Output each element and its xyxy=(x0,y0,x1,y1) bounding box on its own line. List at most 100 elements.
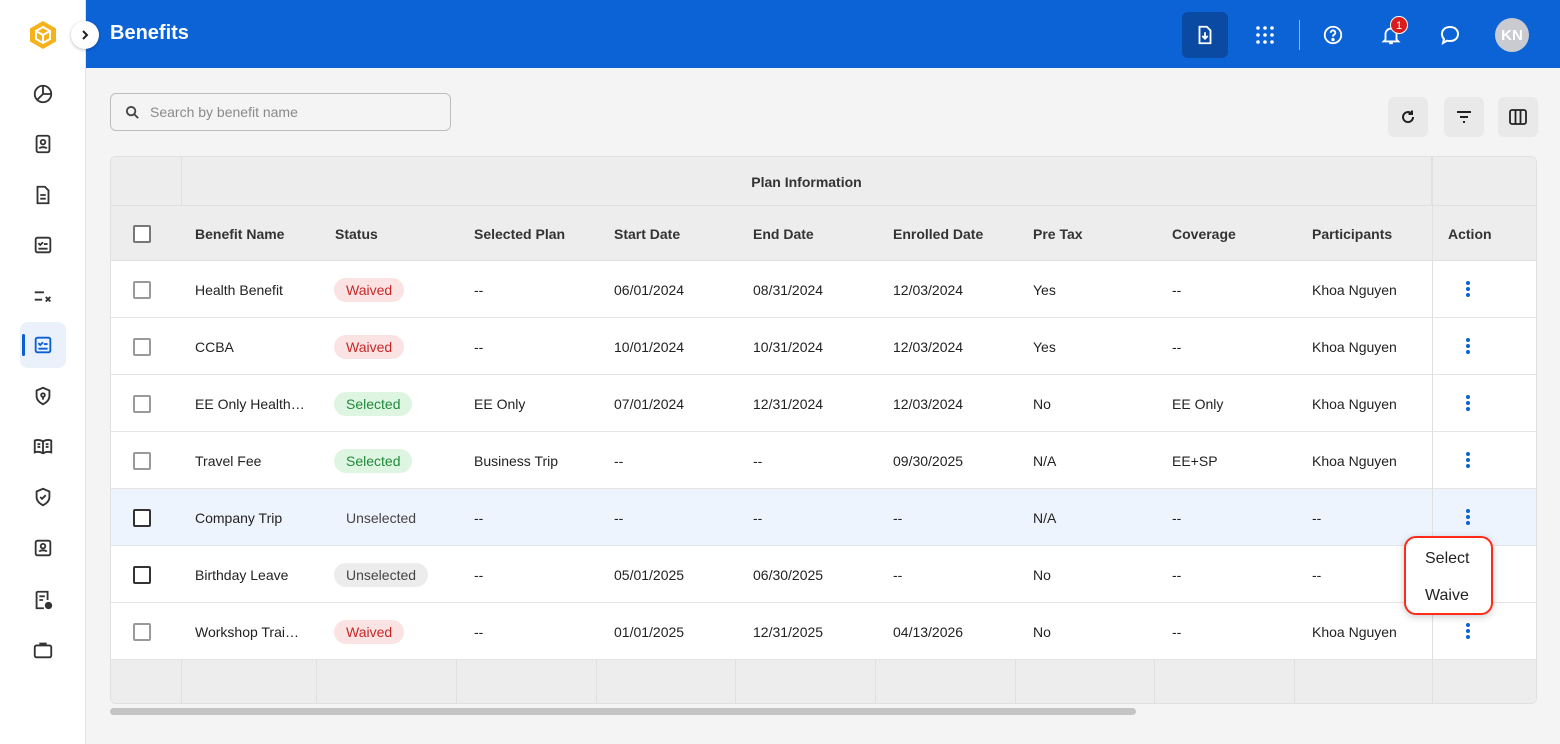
col-selected-plan[interactable]: Selected Plan xyxy=(474,206,565,261)
row-checkbox[interactable] xyxy=(133,337,151,356)
enrolled-date-cell: 04/13/2026 xyxy=(893,623,964,640)
participants-cell: Khoa Nguyen xyxy=(1312,338,1397,355)
row-actions-kebab-icon[interactable] xyxy=(1463,619,1473,643)
nav-documents[interactable] xyxy=(20,172,66,218)
table-row: CCBA Waived -- 10/01/2024 10/31/2024 12/… xyxy=(111,318,1536,375)
nav-compliance[interactable] xyxy=(20,474,66,520)
end-date-cell: 12/31/2024 xyxy=(753,395,824,412)
row-checkbox[interactable] xyxy=(133,508,151,527)
row-checkbox-cell xyxy=(133,261,151,318)
pre-tax-cell: Yes xyxy=(1033,281,1056,298)
row-actions-kebab-icon[interactable] xyxy=(1463,277,1473,301)
col-status[interactable]: Status xyxy=(335,206,378,261)
table-row: Company Trip Unselected -- -- -- -- N/A … xyxy=(111,489,1536,546)
start-date-cell: -- xyxy=(614,509,624,526)
table-row: Health Benefit Waived -- 06/01/2024 08/3… xyxy=(111,261,1536,318)
task-list-icon xyxy=(34,236,52,254)
row-checkbox-cell xyxy=(133,546,151,603)
col-pre-tax[interactable]: Pre Tax xyxy=(1033,206,1083,261)
row-action-menu: Select Waive xyxy=(1404,536,1493,615)
shield-lock-icon xyxy=(35,386,51,406)
col-start-date[interactable]: Start Date xyxy=(614,206,680,261)
col-coverage[interactable]: Coverage xyxy=(1172,206,1236,261)
help-circle-icon xyxy=(1323,25,1343,45)
grid-apps-icon xyxy=(1256,26,1274,44)
participants-cell: Khoa Nguyen xyxy=(1312,395,1397,412)
status-badge: Waived xyxy=(334,619,405,644)
briefcase-icon xyxy=(33,642,53,659)
nav-directory[interactable] xyxy=(20,525,66,571)
refresh-button[interactable] xyxy=(1388,97,1428,137)
search-box xyxy=(110,93,451,131)
row-actions-kebab-icon[interactable] xyxy=(1463,334,1473,358)
search-icon xyxy=(125,105,139,119)
nav-checklist[interactable] xyxy=(20,273,66,319)
pre-tax-cell: No xyxy=(1033,566,1051,583)
participants-cell: Khoa Nguyen xyxy=(1312,623,1397,640)
pre-tax-cell: N/A xyxy=(1033,452,1057,469)
benefit-name-cell: Birthday Leave xyxy=(195,566,289,583)
coverage-cell: -- xyxy=(1172,509,1182,526)
status-badge: Selected xyxy=(334,448,413,473)
search-input[interactable] xyxy=(150,104,430,120)
row-actions-kebab-icon[interactable] xyxy=(1463,505,1473,529)
nav-security[interactable] xyxy=(20,373,66,419)
nav-benefits[interactable] xyxy=(20,322,66,368)
user-avatar[interactable]: KN xyxy=(1495,18,1529,52)
benefit-name-cell: Workshop Trai… xyxy=(195,623,299,640)
group-header-row: Plan Information xyxy=(111,157,1536,206)
benefit-name-cell: EE Only Health… xyxy=(195,395,305,412)
left-nav-rail xyxy=(0,0,86,744)
col-enrolled-date[interactable]: Enrolled Date xyxy=(893,206,983,261)
row-checkbox[interactable] xyxy=(133,622,151,641)
help-button[interactable] xyxy=(1310,12,1356,58)
row-actions-kebab-icon[interactable] xyxy=(1463,391,1473,415)
status-cell: Waived xyxy=(334,261,405,318)
select-all-checkbox[interactable] xyxy=(133,224,151,243)
start-date-cell: 05/01/2025 xyxy=(614,566,685,583)
menu-item-waive[interactable]: Waive xyxy=(1406,577,1491,614)
col-benefit-name[interactable]: Benefit Name xyxy=(195,206,284,261)
expand-sidebar-button[interactable] xyxy=(71,21,99,49)
row-checkbox[interactable] xyxy=(133,565,151,584)
nav-jobs[interactable] xyxy=(20,627,66,673)
col-participants[interactable]: Participants xyxy=(1312,206,1392,261)
app-logo-icon[interactable] xyxy=(27,19,59,51)
status-cell: Selected xyxy=(334,432,413,489)
row-checkbox[interactable] xyxy=(133,280,151,299)
benefits-table: Plan Information Benefit Name Status Sel… xyxy=(110,156,1537,704)
menu-item-select[interactable]: Select xyxy=(1406,540,1491,577)
row-actions-kebab-icon[interactable] xyxy=(1463,448,1473,472)
participants-cell: -- xyxy=(1312,509,1322,526)
pre-tax-cell: No xyxy=(1033,395,1051,412)
horizontal-scrollbar[interactable] xyxy=(110,708,1136,715)
chat-button[interactable] xyxy=(1427,12,1473,58)
filter-button[interactable] xyxy=(1444,97,1484,137)
top-bar: Benefits 1 KN xyxy=(86,0,1560,68)
app-launcher-button[interactable] xyxy=(1242,12,1288,58)
selected-plan-cell: -- xyxy=(474,509,484,526)
user-badge-icon xyxy=(34,539,52,557)
columns-icon xyxy=(1509,109,1527,125)
select-all-cell xyxy=(133,206,151,261)
nav-requests[interactable] xyxy=(20,577,66,623)
start-date-cell: 07/01/2024 xyxy=(614,395,685,412)
benefits-form-icon xyxy=(34,336,52,354)
columns-button[interactable] xyxy=(1498,97,1538,137)
table-row: Workshop Trai… Waived -- 01/01/2025 12/3… xyxy=(111,603,1536,660)
nav-profile[interactable] xyxy=(20,121,66,167)
document-approved-icon xyxy=(35,590,53,610)
nav-tasks[interactable] xyxy=(20,222,66,268)
row-checkbox[interactable] xyxy=(133,394,151,413)
nav-handbook[interactable] xyxy=(20,423,66,469)
nav-dashboard[interactable] xyxy=(20,71,66,117)
end-date-cell: 08/31/2024 xyxy=(753,281,824,298)
row-checkbox-cell xyxy=(133,603,151,660)
notifications-button[interactable]: 1 xyxy=(1368,12,1414,58)
status-badge: Unselected xyxy=(334,562,429,587)
enrolled-date-cell: 09/30/2025 xyxy=(893,452,964,469)
col-end-date[interactable]: End Date xyxy=(753,206,814,261)
row-checkbox[interactable] xyxy=(133,451,151,470)
download-document-button[interactable] xyxy=(1182,12,1228,58)
notification-count-badge: 1 xyxy=(1390,16,1408,34)
